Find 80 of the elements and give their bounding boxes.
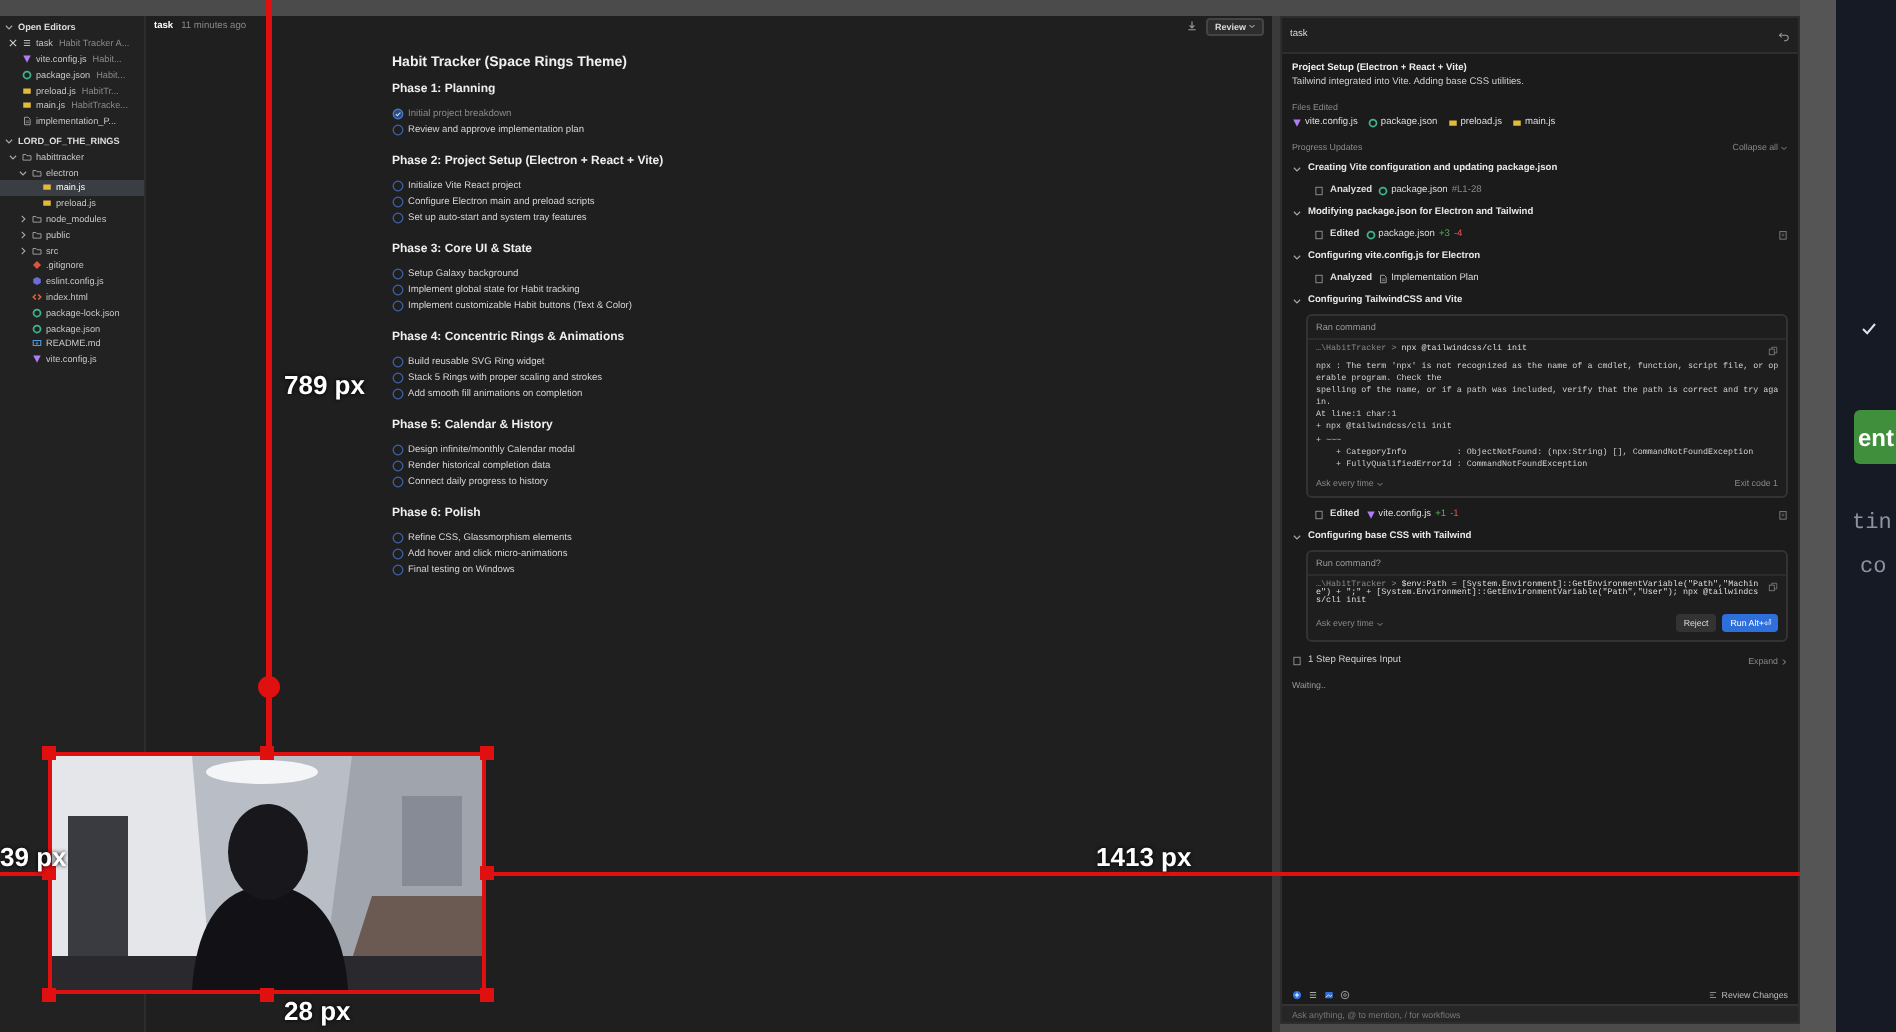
square-icon <box>1512 118 1522 128</box>
measure-label: 39 px <box>0 842 67 872</box>
check-circle[interactable] <box>392 268 404 280</box>
diamond-icon <box>32 260 42 271</box>
caret-icon <box>1375 479 1384 487</box>
file-icon <box>1292 656 1302 666</box>
chevron-icon <box>1292 532 1302 542</box>
check-circle[interactable] <box>392 212 404 224</box>
square-icon <box>42 182 52 193</box>
resize-handle[interactable] <box>42 988 56 1002</box>
clipboard-icon[interactable] <box>1778 230 1788 240</box>
chevron-icon <box>1292 208 1302 218</box>
copy-icon[interactable] <box>1768 582 1778 592</box>
check-circle[interactable] <box>392 108 404 120</box>
chevron-icon <box>4 22 14 33</box>
action-button[interactable]: ent <box>1854 410 1896 464</box>
plus-icon[interactable] <box>1292 989 1302 999</box>
square-icon <box>1447 118 1458 128</box>
check-circle[interactable] <box>392 284 404 296</box>
caret-icon <box>1780 143 1788 151</box>
check-icon <box>1860 320 1878 338</box>
resize-handle[interactable] <box>42 746 56 760</box>
file-icon <box>1314 510 1324 520</box>
chevron-icon <box>1292 296 1302 306</box>
check-circle[interactable] <box>392 300 404 312</box>
image-icon[interactable] <box>1324 989 1334 999</box>
clipboard-icon[interactable] <box>1778 510 1788 520</box>
triangle-icon <box>32 354 42 365</box>
arrow-box-icon <box>32 338 42 349</box>
chevron-icon <box>1292 252 1302 262</box>
check-circle[interactable] <box>392 356 404 368</box>
check-circle[interactable] <box>392 532 404 544</box>
check-circle[interactable] <box>392 460 404 472</box>
undo-icon[interactable] <box>1778 29 1790 41</box>
triangle-icon <box>1292 118 1302 128</box>
download-icon <box>1186 20 1199 32</box>
square-icon <box>22 85 32 96</box>
code-text: tin <box>1852 512 1892 536</box>
hexagon-icon <box>32 276 42 287</box>
resize-handle[interactable] <box>480 988 494 1002</box>
check-circle[interactable] <box>392 548 404 560</box>
measure-label: 1413 px <box>1096 842 1192 872</box>
caret-icon <box>1375 619 1384 627</box>
check-circle[interactable] <box>392 476 404 488</box>
resize-handle[interactable] <box>480 866 494 880</box>
file-icon <box>1314 274 1324 284</box>
list-icon[interactable] <box>1308 989 1318 999</box>
chevron-icon <box>1780 657 1788 665</box>
chevron-icon <box>4 135 14 146</box>
document-icon <box>1378 274 1389 284</box>
ring-icon <box>1378 186 1389 196</box>
code-icon <box>32 291 42 302</box>
copy-icon[interactable] <box>1768 346 1778 356</box>
ring-icon <box>1365 230 1376 240</box>
document-icon <box>22 116 32 127</box>
check-circle[interactable] <box>392 196 404 208</box>
file-icon <box>1314 230 1324 240</box>
check-circle[interactable] <box>392 180 404 192</box>
triangle-icon <box>1365 510 1376 520</box>
ring-icon <box>22 69 32 80</box>
square-icon <box>22 100 32 111</box>
resize-handle[interactable] <box>260 746 274 760</box>
resize-handle[interactable] <box>260 988 274 1002</box>
list-icon <box>1707 989 1718 999</box>
code-text: co <box>1860 556 1887 580</box>
check-circle[interactable] <box>392 388 404 400</box>
caret-icon <box>1248 22 1256 30</box>
check-circle[interactable] <box>392 444 404 456</box>
file-icon <box>1314 186 1324 196</box>
check-circle[interactable] <box>392 564 404 576</box>
list-icon <box>22 38 32 49</box>
chevron-icon <box>1292 164 1302 174</box>
ring-icon <box>1367 118 1378 128</box>
check-circle[interactable] <box>392 372 404 384</box>
triangle-icon <box>22 53 32 64</box>
resize-handle[interactable] <box>480 746 494 760</box>
square-icon <box>42 198 52 209</box>
measure-label: 789 px <box>284 370 365 400</box>
measure-label: 28 px <box>284 996 351 1026</box>
check-circle[interactable] <box>392 124 404 136</box>
